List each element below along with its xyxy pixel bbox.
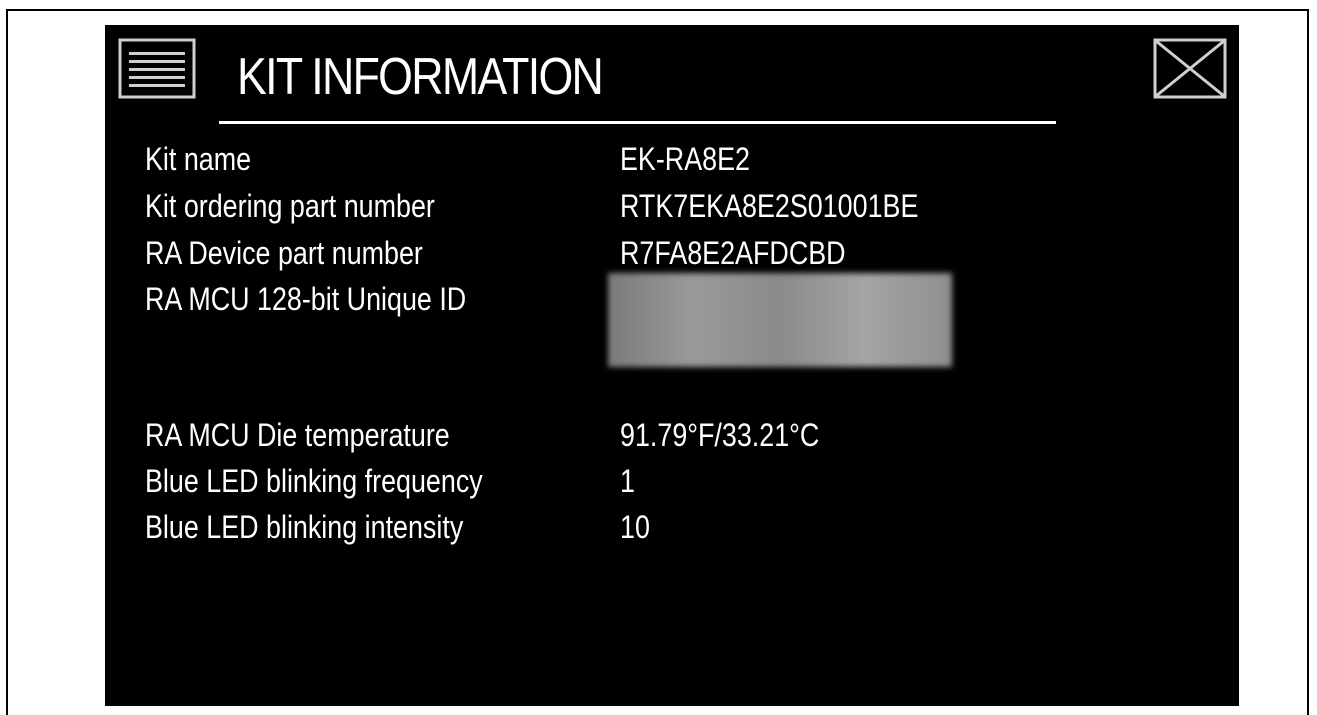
- led-frequency-label: Blue LED blinking frequency: [145, 463, 483, 499]
- info-row-kit-name: Kit name EK-RA8E2: [105, 142, 1239, 176]
- unique-id-label: RA MCU 128-bit Unique ID: [145, 281, 467, 317]
- kit-name-label: Kit name: [145, 141, 252, 177]
- info-row-led-frequency: Blue LED blinking frequency 1: [105, 464, 1239, 498]
- hamburger-menu-icon[interactable]: [118, 38, 196, 99]
- device-part-value: R7FA8E2AFDCBD: [620, 235, 846, 271]
- kit-part-label: Kit ordering part number: [145, 188, 435, 224]
- kit-info-screen: KIT INFORMATION Kit name EK-RA8E2 Kit or…: [105, 25, 1239, 706]
- info-row-device-part: RA Device part number R7FA8E2AFDCBD: [105, 236, 1239, 270]
- kit-part-value: RTK7EKA8E2S01001BE: [620, 188, 919, 224]
- page-title: KIT INFORMATION: [237, 48, 604, 106]
- info-row-led-intensity: Blue LED blinking intensity 10: [105, 510, 1239, 544]
- led-intensity-value: 10: [620, 509, 650, 545]
- die-temp-value: 91.79°F/33.21°C: [620, 417, 820, 453]
- die-temp-label: RA MCU Die temperature: [145, 417, 450, 453]
- led-intensity-label: Blue LED blinking intensity: [145, 509, 464, 545]
- kit-name-value: EK-RA8E2: [620, 141, 750, 177]
- info-row-die-temp: RA MCU Die temperature 91.79°F/33.21°C: [105, 418, 1239, 452]
- led-frequency-value: 1: [620, 463, 635, 499]
- title-underline: [219, 121, 1056, 124]
- device-part-label: RA Device part number: [145, 235, 423, 271]
- info-row-kit-part: Kit ordering part number RTK7EKA8E2S0100…: [105, 189, 1239, 223]
- close-icon[interactable]: [1153, 38, 1227, 99]
- unique-id-redacted-value: [608, 273, 952, 367]
